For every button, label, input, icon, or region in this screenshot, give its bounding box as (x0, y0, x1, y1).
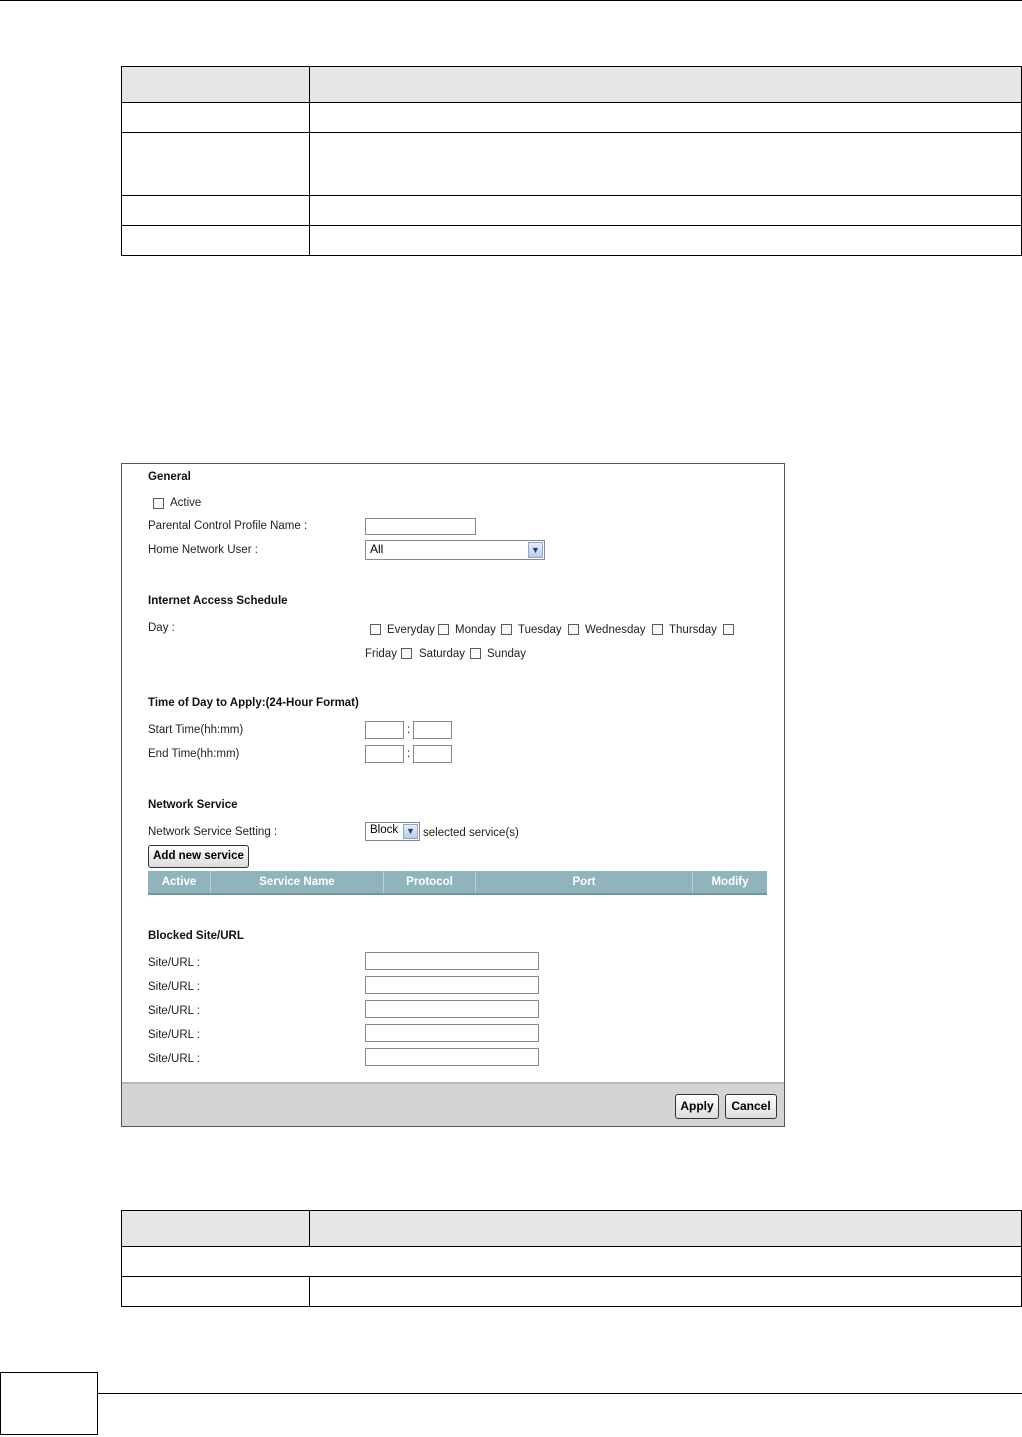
site-url-label-3: Site/URL : (148, 1005, 200, 1017)
end-hour-input[interactable] (365, 745, 404, 763)
start-time-label: Start Time(hh:mm) (148, 724, 244, 736)
chevron-down-icon[interactable]: ▼ (528, 542, 543, 558)
end-time-separator: : (407, 748, 411, 760)
page-number-box (0, 1372, 98, 1435)
wednesday-checkbox[interactable] (568, 624, 579, 635)
blocked-site-heading: Blocked Site/URL (148, 930, 244, 942)
page-top-rule (0, 0, 1022, 1)
end-minute-input[interactable] (413, 745, 452, 763)
site-url-label-5: Site/URL : (148, 1053, 200, 1065)
friday-checkbox[interactable] (723, 624, 734, 635)
upper-doc-table (121, 66, 1022, 256)
end-time-label: End Time(hh:mm) (148, 748, 240, 760)
column-header-port: Port (476, 871, 693, 893)
home-user-value: All (370, 542, 384, 556)
saturday-label: Saturday (419, 648, 466, 660)
site-url-label-1: Site/URL : (148, 957, 200, 969)
network-service-select[interactable]: Block ▼ (365, 822, 420, 841)
schedule-heading: Internet Access Schedule (148, 595, 288, 607)
network-service-heading: Network Service (148, 799, 238, 811)
panel-footer: Apply Cancel (122, 1082, 784, 1126)
wednesday-label: Wednesday (585, 624, 646, 636)
day-label: Day : (148, 622, 175, 634)
site-url-input-4[interactable] (365, 1024, 539, 1042)
selected-services-label: selected service(s) (423, 827, 519, 839)
lower-doc-table (121, 1210, 1022, 1307)
column-header-active: Active (148, 871, 211, 893)
home-user-label: Home Network User : (148, 544, 258, 556)
apply-button[interactable]: Apply (675, 1094, 719, 1119)
cancel-button[interactable]: Cancel (725, 1094, 777, 1119)
profile-name-input[interactable] (365, 518, 476, 535)
table-row (121, 102, 1022, 133)
profile-name-label: Parental Control Profile Name : (148, 520, 308, 532)
chevron-down-icon[interactable]: ▼ (403, 824, 418, 839)
column-header-modify: Modify (711, 876, 749, 888)
thursday-label: Thursday (669, 624, 717, 636)
network-service-value: Block (370, 824, 399, 836)
time-heading: Time of Day to Apply:(24-Hour Format) (148, 697, 359, 709)
table-row (121, 225, 1022, 256)
site-url-input-1[interactable] (365, 952, 539, 970)
site-url-label-4: Site/URL : (148, 1029, 200, 1041)
start-hour-input[interactable] (365, 721, 404, 739)
tuesday-label: Tuesday (518, 624, 562, 636)
tuesday-checkbox[interactable] (501, 624, 512, 635)
monday-checkbox[interactable] (438, 624, 449, 635)
active-checkbox[interactable] (153, 498, 164, 509)
site-url-input-5[interactable] (365, 1048, 539, 1066)
general-heading: General (148, 471, 191, 483)
thursday-checkbox[interactable] (652, 624, 663, 635)
column-header-protocol: Protocol (384, 871, 476, 893)
table-row (121, 1276, 1022, 1307)
active-label: Active (170, 497, 202, 509)
site-url-label-2: Site/URL : (148, 981, 200, 993)
table-row (121, 195, 1022, 226)
table-row (121, 132, 1022, 196)
service-table-header: Active Service Name Protocol Port Modify (148, 871, 767, 895)
saturday-checkbox[interactable] (401, 648, 412, 659)
monday-label: Monday (455, 624, 496, 636)
table-row (121, 1246, 1022, 1277)
home-user-select[interactable]: All ▼ (365, 540, 545, 560)
friday-label: Friday (365, 648, 397, 660)
start-time-separator: : (407, 724, 411, 736)
table-header-row (121, 66, 1022, 103)
page-footer-rule (98, 1393, 1022, 1394)
table-header-row (121, 1210, 1022, 1247)
site-url-input-2[interactable] (365, 976, 539, 994)
sunday-checkbox[interactable] (470, 648, 481, 659)
start-minute-input[interactable] (413, 721, 452, 739)
parental-control-panel: General Active Parental Control Profile … (121, 463, 785, 1127)
everyday-checkbox[interactable] (370, 624, 381, 635)
site-url-input-3[interactable] (365, 1000, 539, 1018)
sunday-label: Sunday (487, 648, 527, 660)
column-header-service-name: Service Name (211, 871, 384, 893)
network-service-setting-label: Network Service Setting : (148, 826, 278, 838)
everyday-label: Everyday (387, 624, 435, 636)
add-new-service-button[interactable]: Add new service (148, 845, 249, 868)
